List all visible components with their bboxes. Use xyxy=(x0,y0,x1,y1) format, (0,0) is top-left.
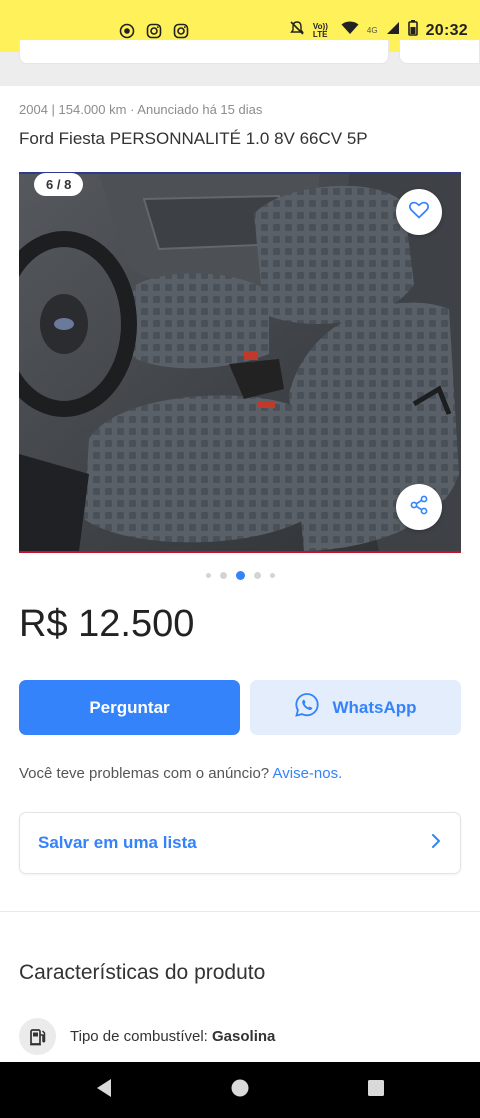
save-to-list-label: Salvar em uma lista xyxy=(38,833,197,852)
characteristics-title: Características do produto xyxy=(19,961,266,984)
spec-text: Tipo de combustível: Gasolina xyxy=(70,1028,275,1045)
clock: 20:32 xyxy=(425,21,468,39)
wifi-icon xyxy=(341,21,359,40)
listing-subtitle: 2004 | 154.000 km · Anunciado há 15 dias xyxy=(19,102,263,117)
whatsapp-button[interactable]: WhatsApp xyxy=(250,680,461,735)
recents-icon[interactable] xyxy=(367,1079,385,1102)
report-problem-text: Você teve problemas com o anúncio? Avise… xyxy=(19,765,342,782)
instagram-icon xyxy=(145,22,162,39)
status-notification-icons xyxy=(118,22,189,39)
pagination-dot-active[interactable] xyxy=(235,571,245,580)
share-icon xyxy=(409,495,429,520)
report-question: Você teve problemas com o anúncio? xyxy=(19,765,270,782)
photo-counter: 6 / 8 xyxy=(34,173,84,196)
listing-price: R$ 12.500 xyxy=(19,603,195,645)
chevron-right-icon xyxy=(430,833,442,854)
ask-button[interactable]: Perguntar xyxy=(19,680,240,735)
record-icon xyxy=(118,22,135,39)
favorite-button[interactable] xyxy=(396,189,442,235)
previous-card[interactable] xyxy=(19,40,389,64)
mute-icon xyxy=(289,20,305,41)
pagination-dot[interactable] xyxy=(253,572,261,579)
share-button[interactable] xyxy=(396,484,442,530)
car-interior-photo xyxy=(19,174,461,551)
save-to-list-button[interactable]: Salvar em uma lista xyxy=(19,812,461,874)
status-system-icons: Vo)) LTE 4G 20:32 xyxy=(289,20,468,41)
report-link[interactable]: Avise-nos. xyxy=(273,765,343,782)
gallery-pagination[interactable] xyxy=(0,571,480,580)
system-navigation-bar xyxy=(0,1062,480,1118)
pagination-dot[interactable] xyxy=(219,572,227,579)
previous-card[interactable] xyxy=(399,40,480,64)
back-icon[interactable] xyxy=(95,1078,113,1103)
pagination-dot[interactable] xyxy=(269,573,275,578)
volte-icon: Vo)) LTE xyxy=(312,21,328,39)
spec-value: Gasolina xyxy=(212,1028,276,1045)
heart-icon xyxy=(409,201,429,224)
signal-label: 4G xyxy=(366,26,378,35)
pagination-dot[interactable] xyxy=(205,573,211,578)
fuel-pump-icon xyxy=(19,1018,56,1055)
spec-row-fuel: Tipo de combustível: Gasolina xyxy=(19,1018,275,1055)
photo-gallery[interactable] xyxy=(19,172,461,553)
signal-icon xyxy=(386,21,400,40)
instagram-icon xyxy=(172,22,189,39)
whatsapp-label: WhatsApp xyxy=(332,697,417,717)
whatsapp-icon xyxy=(294,692,320,723)
home-icon[interactable] xyxy=(231,1079,249,1102)
listing-title: Ford Fiesta PERSONNALITÉ 1.0 8V 66CV 5P xyxy=(19,129,368,148)
spec-label: Tipo de combustível: xyxy=(70,1028,208,1045)
battery-icon xyxy=(407,20,418,41)
section-divider xyxy=(0,911,480,912)
